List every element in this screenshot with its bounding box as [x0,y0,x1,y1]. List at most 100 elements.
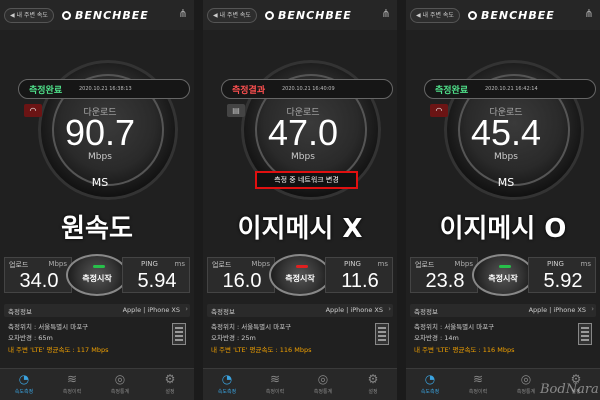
ping-unit: ms [174,260,185,268]
info-title: 측정정보 [211,308,235,316]
measure-timestamp: 2020.10.21 16:40:09 [282,86,335,92]
ping-value: 11.6 [341,270,379,292]
info-title: 측정정보 [414,308,438,316]
stats-icon: ◎ [114,372,126,386]
bottom-tab-bar: ◔ 속도측정 ≋ 측정이력 ◎ 측정통계 ⚙ 설정 [0,368,194,400]
tab-label: 측정이력 [265,389,285,395]
tab-speedometer[interactable]: ◔ 속도측정 [207,372,247,395]
building-icon [375,323,389,345]
nearby-speed-button[interactable]: ◀ 내 주변 속도 [4,8,54,23]
speedtest-screen: ◀ 내 주변 속도 BENCHBEE ⋔ 측정결과 2020.10.21 16:… [203,0,397,400]
logo-icon [468,10,477,20]
start-test-button[interactable]: 측정시작 [66,254,128,296]
network-change-notice: 측정 중 네트워크 변경 [255,171,358,189]
start-label: 측정시작 [488,274,518,283]
share-icon[interactable]: ⋔ [177,8,189,20]
comparison-caption: 이지메시 O [439,214,567,244]
ping-unit: ms [580,260,591,268]
status-indicator [499,265,511,268]
upload-value: 34.0 [19,270,59,292]
speedometer-icon: ◔ [221,372,233,386]
tab-stats[interactable]: ◎ 측정통계 [100,372,140,395]
status-indicator [296,265,308,268]
start-test-button[interactable]: 측정시작 [269,254,331,296]
measure-info-header[interactable]: 측정정보 Apple | iPhone XS › [207,304,393,317]
app-logo: BENCHBEE [468,7,555,23]
tab-label: 측정통계 [313,389,333,395]
tab-stats[interactable]: ◎ 측정통계 [303,372,343,395]
stats-row: 업로드 Mbps 23.8 측정시작 PING ms 5.92 [410,254,596,296]
app-header: ◀ 내 주변 속도 BENCHBEE ⋔ [0,0,194,30]
nearby-average: 내 주변 'LTE' 평균속도 : 116 Mbps [211,346,312,354]
tab-label: 측정이력 [468,389,488,395]
status-label: 측정완료 [29,85,63,96]
upload-label: 업로드 [9,261,29,269]
status-label: 측정완료 [435,85,469,96]
measure-location: 측정위치 : 서울특별시 마포구 [211,323,292,331]
comparison-caption: 이지메시 X [237,214,363,244]
stats-row: 업로드 Mbps 16.0 측정시작 PING ms 11.6 [207,254,393,296]
stats-row: 업로드 Mbps 34.0 측정시작 PING ms 5.94 [4,254,190,296]
watermark: BodNara [540,382,599,397]
info-title: 측정정보 [8,308,32,316]
tab-speedometer[interactable]: ◔ 속도측정 [4,372,44,395]
speedometer-icon: ◔ [424,372,436,386]
upload-unit: Mbps [48,260,67,268]
logo-icon [62,10,71,20]
tab-layers[interactable]: ≋ 측정이력 [255,372,295,395]
ms-label: MS [91,176,109,189]
logo-text: BENCHBEE [481,8,555,22]
share-icon[interactable]: ⋔ [380,8,392,20]
device-name: Apple | iPhone XS [528,306,586,314]
download-speed: 45.4 [470,112,542,153]
start-label: 측정시작 [285,274,315,283]
error-radius: 오차반경 : 25m [211,334,256,342]
nearby-speed-button[interactable]: ◀ 내 주변 속도 [410,8,460,23]
chevron-right-icon: › [185,305,188,313]
nearby-average: 내 주변 'LTE' 평균속도 : 117 Mbps [8,346,109,354]
result-status-bar: 측정완료 2020.10.21 16:38:13 [18,79,190,99]
tab-speedometer[interactable]: ◔ 속도측정 [410,372,450,395]
chevron-right-icon: › [388,305,391,313]
building-icon [172,323,186,345]
tab-gear[interactable]: ⚙ 설정 [353,372,393,395]
logo-text: BENCHBEE [75,8,149,22]
measure-info-header[interactable]: 측정정보 Apple | iPhone XS › [4,304,190,317]
start-label: 측정시작 [82,274,112,283]
measure-info-body: 측정위치 : 서울특별시 마포구 오차반경 : 25m 내 주변 'LTE' 평… [207,318,393,358]
upload-label: 업로드 [415,261,435,269]
tab-layers[interactable]: ≋ 측정이력 [458,372,498,395]
tab-layers[interactable]: ≋ 측정이력 [52,372,92,395]
gear-icon: ⚙ [164,372,176,386]
download-unit: Mbps [291,152,315,162]
download-speed: 90.7 [64,112,136,153]
chevron-right-icon: › [591,305,594,313]
layers-icon: ≋ [472,372,484,386]
ping-box: PING ms 5.94 [122,257,190,293]
ping-label: PING [547,260,564,268]
error-radius: 오차반경 : 14m [414,334,459,342]
ping-unit: ms [377,260,388,268]
speedometer-icon: ◔ [18,372,30,386]
upload-unit: Mbps [454,260,473,268]
download-unit: Mbps [494,152,518,162]
upload-box: 업로드 Mbps 34.0 [4,257,72,293]
measure-timestamp: 2020.10.21 16:38:13 [79,86,132,92]
nearby-average: 내 주변 'LTE' 평균속도 : 116 Mbps [414,346,515,354]
ping-value: 5.92 [543,270,583,292]
measure-info-body: 측정위치 : 서울특별시 마포구 오차반경 : 14m 내 주변 'LTE' 평… [410,318,596,358]
measure-info-header[interactable]: 측정정보 Apple | iPhone XS › [410,304,596,317]
ping-label: PING [344,260,361,268]
share-icon[interactable]: ⋔ [583,8,595,20]
ping-label: PING [141,260,158,268]
download-speed: 47.0 [267,112,339,153]
tab-gear[interactable]: ⚙ 설정 [150,372,190,395]
app-header: ◀ 내 주변 속도 BENCHBEE ⋔ [406,0,600,30]
ping-box: PING ms 5.92 [528,257,596,293]
start-test-button[interactable]: 측정시작 [472,254,534,296]
nearby-speed-button[interactable]: ◀ 내 주변 속도 [207,8,257,23]
upload-box: 업로드 Mbps 16.0 [207,257,275,293]
logo-text: BENCHBEE [278,8,352,22]
upload-box: 업로드 Mbps 23.8 [410,257,478,293]
measure-location: 측정위치 : 서울특별시 마포구 [8,323,89,331]
